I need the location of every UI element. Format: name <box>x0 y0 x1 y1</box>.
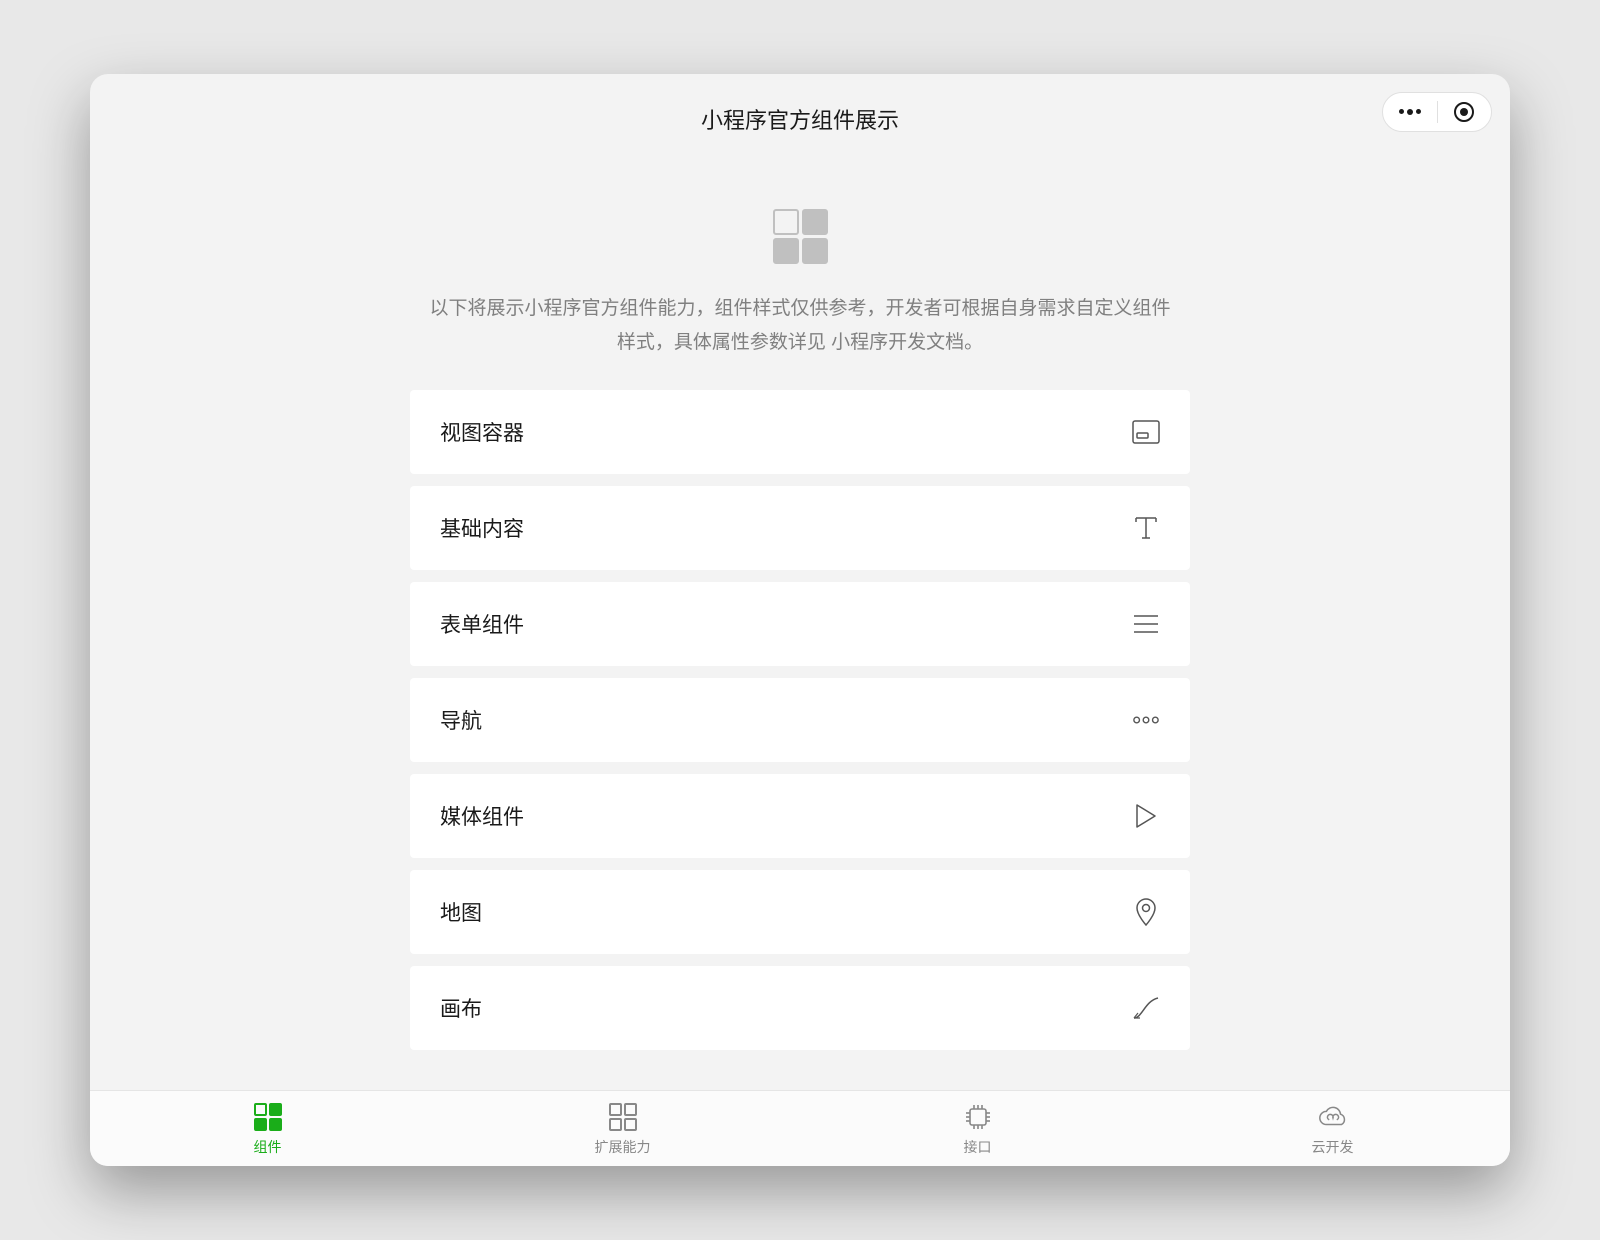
list-item-navigation[interactable]: 导航 <box>410 678 1190 762</box>
list-item-form[interactable]: 表单组件 <box>410 582 1190 666</box>
page-title: 小程序官方组件展示 <box>701 103 899 135</box>
tab-cloud[interactable]: 云开发 <box>1155 1091 1510 1166</box>
list-item-label: 媒体组件 <box>440 801 524 831</box>
list-item-view-container[interactable]: 视图容器 <box>410 390 1190 474</box>
intro-description: 以下将展示小程序官方组件能力，组件样式仅供参考，开发者可根据自身需求自定义组件样… <box>425 292 1175 360</box>
content-area[interactable]: 以下将展示小程序官方组件能力，组件样式仅供参考，开发者可根据自身需求自定义组件样… <box>90 164 1510 1090</box>
chip-icon <box>962 1101 994 1133</box>
grid-icon <box>252 1101 284 1133</box>
list-item-label: 地图 <box>440 897 482 927</box>
tab-extensions[interactable]: 扩展能力 <box>445 1091 800 1166</box>
curve-icon <box>1132 994 1160 1022</box>
list-item-media[interactable]: 媒体组件 <box>410 774 1190 858</box>
grid-outline-icon <box>607 1101 639 1133</box>
dots-horizontal-icon <box>1132 706 1160 734</box>
list-item-label: 表单组件 <box>440 609 524 639</box>
target-icon <box>1454 102 1474 122</box>
component-list: 视图容器 基础内容 表单组件 <box>410 390 1190 1050</box>
list-item-label: 视图容器 <box>440 417 524 447</box>
list-item-canvas[interactable]: 画布 <box>410 966 1190 1050</box>
list-item-label: 导航 <box>440 705 482 735</box>
app-window: 小程序官方组件展示 以下将展示小程序官方组件能力，组件样式仅供参考，开发者可根据… <box>90 74 1510 1166</box>
list-item-map[interactable]: 地图 <box>410 870 1190 954</box>
list-item-label: 基础内容 <box>440 513 524 543</box>
cloud-icon <box>1317 1101 1349 1133</box>
list-lines-icon <box>1132 610 1160 638</box>
tab-api[interactable]: 接口 <box>800 1091 1155 1166</box>
logo-icon <box>773 209 828 264</box>
tab-label: 扩展能力 <box>595 1137 651 1157</box>
capsule-more-button[interactable] <box>1383 109 1437 115</box>
more-icon <box>1399 109 1421 115</box>
list-item-label: 画布 <box>440 993 482 1023</box>
tab-label: 组件 <box>254 1137 282 1157</box>
tab-bar: 组件 扩展能力 接口 <box>90 1090 1510 1166</box>
tab-label: 云开发 <box>1312 1137 1354 1157</box>
play-icon <box>1132 802 1160 830</box>
capsule-close-button[interactable] <box>1438 102 1492 122</box>
tab-components[interactable]: 组件 <box>90 1091 445 1166</box>
map-pin-icon <box>1132 898 1160 926</box>
list-item-basic-content[interactable]: 基础内容 <box>410 486 1190 570</box>
container-icon <box>1132 418 1160 446</box>
text-icon <box>1132 514 1160 542</box>
header: 小程序官方组件展示 <box>90 74 1510 164</box>
tab-label: 接口 <box>964 1137 992 1157</box>
capsule-menu <box>1382 92 1492 132</box>
